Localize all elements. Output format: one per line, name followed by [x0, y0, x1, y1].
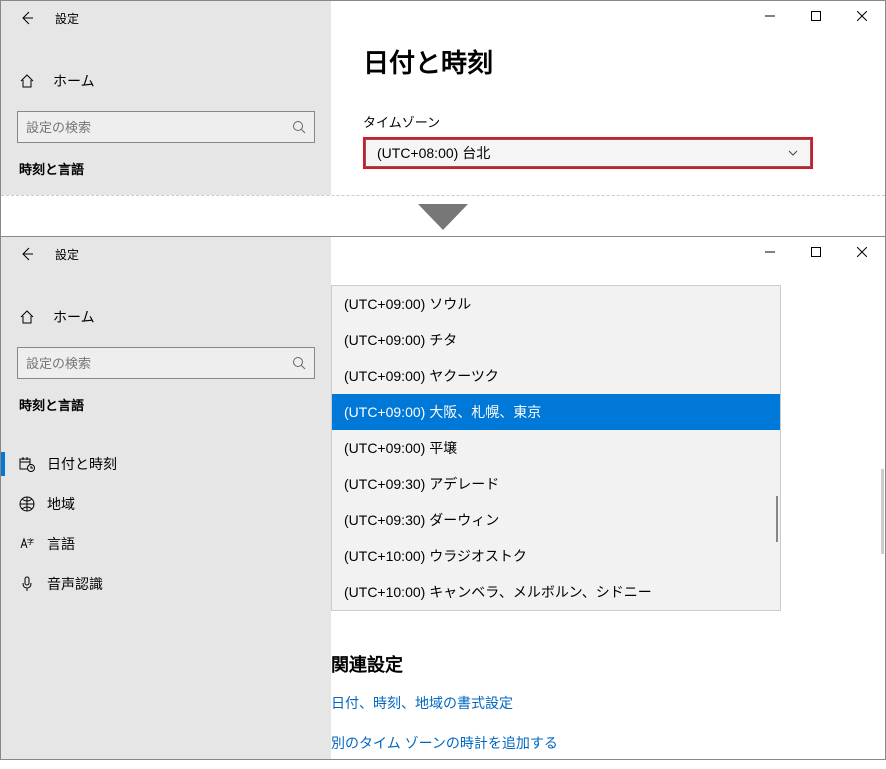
settings-window-before: 設定 ホーム 時刻と言語 — [1, 1, 885, 196]
main-scrollbar[interactable] — [881, 469, 884, 554]
close-button[interactable] — [839, 237, 885, 267]
chevron-down-icon — [787, 147, 799, 159]
sidebar-item-datetime[interactable]: 日付と時刻 — [1, 444, 331, 484]
app-title: 設定 — [55, 246, 79, 263]
timezone-option[interactable]: (UTC+09:30) アデレード — [332, 466, 780, 502]
timezone-dropdown-list[interactable]: (UTC+09:00) ソウル(UTC+09:00) チタ(UTC+09:00)… — [331, 285, 781, 611]
calendar-clock-icon — [19, 456, 35, 472]
main-content: 日付と時刻 タイムゾーン (UTC+08:00) 台北 — [331, 1, 885, 195]
timezone-field-label: タイムゾーン — [331, 80, 885, 137]
add-clock-link[interactable]: 別のタイム ゾーンの時計を追加する — [331, 729, 885, 769]
back-arrow-icon[interactable] — [19, 246, 35, 262]
timezone-option[interactable]: (UTC+09:30) ダーウィン — [332, 502, 780, 538]
sidebar-home-label: ホーム — [53, 71, 95, 91]
sidebar-item-label: 言語 — [47, 534, 75, 554]
minimize-button[interactable] — [747, 237, 793, 267]
sidebar-item-language[interactable]: 字 言語 — [1, 524, 331, 564]
sidebar-home-label: ホーム — [53, 307, 95, 327]
titlebar: 設定 — [1, 237, 331, 271]
related-settings-heading: 関連設定 — [331, 611, 885, 689]
app-title: 設定 — [55, 10, 79, 27]
timezone-value: (UTC+08:00) 台北 — [377, 143, 490, 163]
sidebar: 設定 ホーム 時刻と言語 日付と時刻 — [1, 237, 331, 759]
window-controls — [747, 1, 885, 31]
titlebar: 設定 — [1, 1, 331, 35]
microphone-icon — [19, 576, 35, 592]
minimize-button[interactable] — [747, 1, 793, 31]
home-icon — [19, 309, 35, 325]
globe-icon — [19, 496, 35, 512]
language-icon: 字 — [19, 536, 35, 552]
home-icon — [19, 73, 35, 89]
timezone-option[interactable]: (UTC+10:00) キャンベラ、メルボルン、シドニー — [332, 574, 780, 610]
scrollbar-thumb[interactable] — [776, 496, 778, 542]
sidebar: 設定 ホーム 時刻と言語 — [1, 1, 331, 195]
timezone-option[interactable]: (UTC+09:00) ヤクーツク — [332, 358, 780, 394]
back-arrow-icon[interactable] — [19, 10, 35, 26]
timezone-option[interactable]: (UTC+10:00) ウラジオストク — [332, 538, 780, 574]
sidebar-item-home[interactable]: ホーム — [1, 299, 331, 335]
sidebar-item-home[interactable]: ホーム — [1, 63, 331, 99]
search-icon — [292, 356, 306, 370]
sidebar-item-region[interactable]: 地域 — [1, 484, 331, 524]
timezone-option[interactable]: (UTC+09:00) 大阪、札幌、東京 — [332, 394, 780, 430]
timezone-dropdown[interactable]: (UTC+08:00) 台北 — [363, 137, 813, 169]
search-icon — [292, 120, 306, 134]
maximize-button[interactable] — [793, 237, 839, 267]
sidebar-category: 時刻と言語 — [1, 379, 331, 422]
sidebar-item-label: 音声認識 — [47, 574, 103, 594]
close-button[interactable] — [839, 1, 885, 31]
sidebar-item-label: 地域 — [47, 494, 75, 514]
search-input-container[interactable] — [17, 347, 315, 379]
timezone-option[interactable]: (UTC+09:00) ソウル — [332, 286, 780, 322]
maximize-button[interactable] — [793, 1, 839, 31]
transition-arrow-icon — [1, 201, 885, 235]
main-content: (UTC+09:00) ソウル(UTC+09:00) チタ(UTC+09:00)… — [331, 237, 885, 759]
sidebar-category: 時刻と言語 — [1, 143, 331, 186]
timezone-option[interactable]: (UTC+09:00) 平壌 — [332, 430, 780, 466]
sidebar-item-label: 日付と時刻 — [47, 454, 117, 474]
window-controls — [747, 237, 885, 267]
timezone-option[interactable]: (UTC+09:00) チタ — [332, 322, 780, 358]
search-input[interactable] — [26, 120, 292, 135]
settings-window-after: 設定 ホーム 時刻と言語 日付と時刻 — [1, 236, 885, 759]
search-input[interactable] — [26, 356, 292, 371]
search-input-container[interactable] — [17, 111, 315, 143]
svg-text:字: 字 — [27, 537, 34, 546]
sidebar-item-speech[interactable]: 音声認識 — [1, 564, 331, 604]
format-settings-link[interactable]: 日付、時刻、地域の書式設定 — [331, 689, 885, 729]
